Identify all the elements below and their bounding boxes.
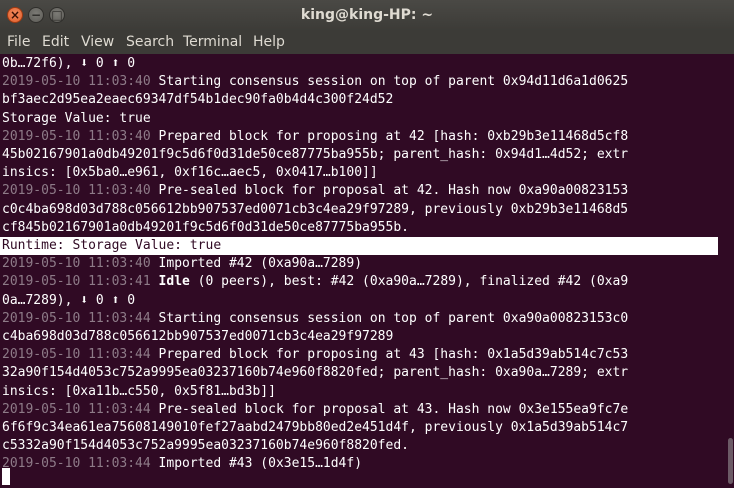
log-text: 45b02167901a0db49201f9c5d6f0d31de50ce877…: [2, 147, 629, 162]
menu-file[interactable]: File: [7, 34, 30, 51]
log-text: insics: [0x5ba0…e961, 0xf16c…aec5, 0x041…: [2, 165, 378, 180]
log-text: Pre-sealed block for proposal at 43. Has…: [150, 402, 629, 417]
terminal-window: × − □ king@king-HP: ~ File Edit View Sea…: [0, 0, 734, 488]
terminal-line: 2019-05-10 11:03:44 Prepared block for p…: [2, 346, 628, 364]
terminal-output[interactable]: 0b…72f6), ⬇ 0 ⬆ 0 2019-05-10 11:03:40 Sta…: [0, 54, 726, 488]
log-text: Prepared block for proposing at 43 [hash…: [150, 347, 629, 362]
log-text: 0a…7289), ⬇ 0 ⬆ 0: [2, 293, 136, 308]
log-timestamp: 2019-05-10 11:03:40: [2, 183, 151, 198]
log-text: c4ba698d03d788c056612bb907537ed0071cb3c4…: [2, 329, 394, 344]
terminal-line: 2019-05-10 11:03:40 Imported #42 (0xa90a…: [2, 255, 362, 273]
terminal-line-highlighted: Runtime: Storage Value: true: [0, 237, 718, 255]
menu-help[interactable]: Help: [253, 34, 285, 51]
log-text: Starting consensus session on top of par…: [150, 74, 629, 89]
log-timestamp: 2019-05-10 11:03:41: [2, 274, 151, 289]
terminal-line: 0a…7289), ⬇ 0 ⬆ 0: [2, 292, 135, 310]
log-timestamp: 2019-05-10 11:03:40: [2, 74, 151, 89]
terminal-line: insics: [0x5ba0…e961, 0xf16c…aec5, 0x041…: [2, 164, 378, 182]
menu-terminal[interactable]: Terminal: [183, 34, 242, 51]
terminal-line: 2019-05-10 11:03:40 Prepared block for p…: [2, 128, 628, 146]
log-text: bf3aec2d95ea2eaec69347df54b1dec90fa0b4d4…: [2, 92, 394, 107]
terminal-line: c4ba698d03d788c056612bb907537ed0071cb3c4…: [2, 328, 393, 346]
log-text: c5332a90f154d4053c752a9995ea03237160b74e…: [2, 438, 409, 453]
terminal-line: c0c4ba698d03d788c056612bb907537ed0071cb3…: [2, 201, 628, 219]
log-timestamp: 2019-05-10 11:03:44: [2, 402, 151, 417]
title-bar[interactable]: × − □ king@king-HP: ~: [0, 0, 734, 31]
terminal-line: 6f6f9c34ea61ea75608149010fef27aabd2479bb…: [2, 419, 628, 437]
terminal-line: 0b…72f6), ⬇ 0 ⬆ 0: [2, 55, 135, 73]
menu-view[interactable]: View: [81, 34, 114, 51]
log-text: 6f6f9c34ea61ea75608149010fef27aabd2479bb…: [2, 420, 629, 435]
log-timestamp: 2019-05-10 11:03:44: [2, 311, 151, 326]
terminal-line: 2019-05-10 11:03:44 Starting consensus s…: [2, 310, 628, 328]
log-text: Imported #43 (0x3e15…1d4f): [150, 456, 363, 471]
terminal-line: 32a90f154d4053c752a9995ea03237160b74e960…: [2, 364, 628, 382]
menu-bar: File Edit View Search Terminal Help: [0, 31, 734, 54]
terminal-cursor: [2, 468, 10, 485]
log-text: Pre-sealed block for proposal at 42. Has…: [150, 183, 629, 198]
log-text: Prepared block for proposing at 42 [hash…: [150, 129, 629, 144]
log-timestamp: 2019-05-10 11:03:44: [2, 347, 151, 362]
log-timestamp: 2019-05-10 11:03:40: [2, 129, 151, 144]
log-text: c0c4ba698d03d788c056612bb907537ed0071cb3…: [2, 202, 629, 217]
terminal-line: 45b02167901a0db49201f9c5d6f0d31de50ce877…: [2, 146, 628, 164]
scrollbar[interactable]: [726, 54, 734, 488]
terminal-line: 2019-05-10 11:03:44 Imported #43 (0x3e15…: [2, 455, 362, 473]
menu-edit[interactable]: Edit: [42, 34, 69, 51]
terminal-line: Storage Value: true: [2, 110, 151, 128]
log-text: Runtime: Storage Value: true: [2, 238, 222, 253]
terminal-line: 2019-05-10 11:03:40 Pre-sealed block for…: [2, 182, 628, 200]
terminal-line: bf3aec2d95ea2eaec69347df54b1dec90fa0b4d4…: [2, 91, 393, 109]
terminal-line: c5332a90f154d4053c752a9995ea03237160b74e…: [2, 437, 409, 455]
log-text: cf845b02167901a0db49201f9c5d6f0d31de50ce…: [2, 220, 409, 235]
log-status-bold: Idle: [158, 274, 190, 289]
log-timestamp: 2019-05-10 11:03:44: [2, 456, 151, 471]
log-timestamp: 2019-05-10 11:03:40: [2, 256, 151, 271]
log-text: Imported #42 (0xa90a…7289): [150, 256, 363, 271]
terminal-line: 2019-05-10 11:03:40 Starting consensus s…: [2, 73, 628, 91]
log-text: insics: [0xa11b…c550, 0x5f81…bd3b]]: [2, 384, 276, 399]
terminal-line: 2019-05-10 11:03:44 Pre-sealed block for…: [2, 401, 628, 419]
log-text: 32a90f154d4053c752a9995ea03237160b74e960…: [2, 365, 629, 380]
terminal-line: 2019-05-10 11:03:41 Idle (0 peers), best…: [2, 273, 628, 291]
log-text-rest: (0 peers), best: #42 (0xa90a…7289), fina…: [189, 274, 629, 289]
menu-search[interactable]: Search: [126, 34, 174, 51]
log-text: Storage Value: true: [2, 111, 151, 126]
terminal-line: cf845b02167901a0db49201f9c5d6f0d31de50ce…: [2, 219, 409, 237]
log-text: 0b…72f6), ⬇ 0 ⬆ 0: [2, 56, 136, 71]
terminal-line: insics: [0xa11b…c550, 0x5f81…bd3b]]: [2, 383, 276, 401]
window-title: king@king-HP: ~: [300, 7, 434, 23]
log-text: Starting consensus session on top of par…: [150, 311, 629, 326]
scrollbar-thumb[interactable]: [728, 438, 733, 484]
